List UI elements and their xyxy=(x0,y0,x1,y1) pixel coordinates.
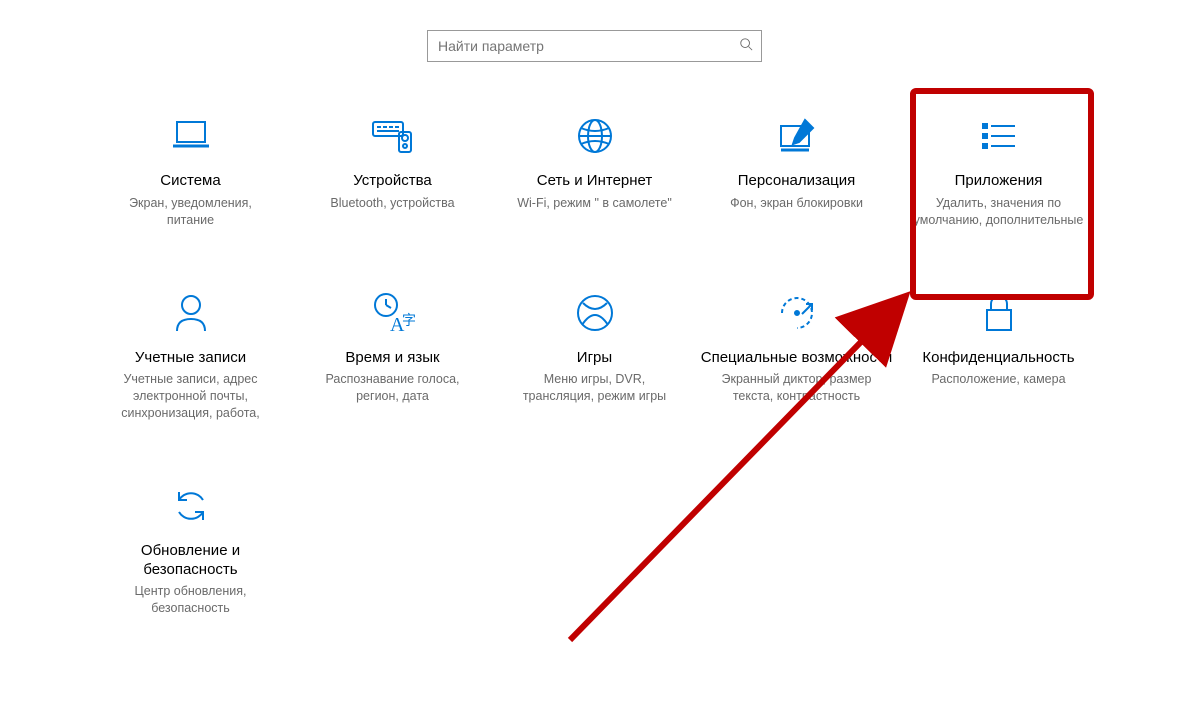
search-icon xyxy=(739,37,753,56)
tile-apps[interactable]: Приложения Удалить, значения по умолчани… xyxy=(898,102,1100,239)
tile-privacy[interactable]: Конфиденциальность Расположение, камера xyxy=(898,279,1100,432)
tile-update-security[interactable]: Обновление и безопасность Центр обновлен… xyxy=(90,472,292,627)
tile-system[interactable]: Система Экран, уведомления, питание xyxy=(90,102,292,239)
tile-accounts[interactable]: Учетные записи Учетные записи, адрес эле… xyxy=(90,279,292,432)
tile-desc: Фон, экран блокировки xyxy=(730,195,863,212)
person-icon xyxy=(171,289,211,337)
tile-desc: Экранный диктор, размер текста, контраст… xyxy=(712,371,882,405)
tile-ease-of-access[interactable]: Специальные возможности Экранный диктор,… xyxy=(696,279,898,432)
tile-desc: Удалить, значения по умолчанию, дополнит… xyxy=(914,195,1084,229)
tile-desc: Учетные записи, адрес электронной почты,… xyxy=(106,371,276,422)
tile-desc: Расположение, камера xyxy=(931,371,1065,388)
laptop-icon xyxy=(169,112,213,160)
settings-grid: Система Экран, уведомления, питание Устр… xyxy=(90,102,1100,627)
tile-time-language[interactable]: A 字 Время и язык Распознавание голоса, р… xyxy=(292,279,494,432)
time-language-icon: A 字 xyxy=(370,289,416,337)
tile-title: Система xyxy=(160,172,220,191)
tile-desc: Меню игры, DVR, трансляция, режим игры xyxy=(510,371,680,405)
paint-icon xyxy=(775,112,819,160)
tile-network[interactable]: Сеть и Интернет Wi-Fi, режим " в самолет… xyxy=(494,102,696,239)
tile-title: Специальные возможности xyxy=(701,349,893,368)
apps-list-icon xyxy=(977,112,1021,160)
tile-devices[interactable]: Устройства Bluetooth, устройства xyxy=(292,102,494,239)
tile-desc: Wi-Fi, режим " в самолете" xyxy=(517,195,672,212)
tile-title: Сеть и Интернет xyxy=(537,172,653,191)
search-box[interactable] xyxy=(427,30,762,62)
tile-title: Персонализация xyxy=(738,172,856,191)
tile-desc: Bluetooth, устройства xyxy=(330,195,454,212)
tile-title: Конфиденциальность xyxy=(922,349,1074,368)
tile-desc: Центр обновления, безопасность xyxy=(106,583,276,617)
tile-desc: Экран, уведомления, питание xyxy=(106,195,276,229)
devices-icon xyxy=(369,112,417,160)
tile-title: Устройства xyxy=(353,172,431,191)
lock-icon xyxy=(981,289,1017,337)
svg-text:字: 字 xyxy=(402,313,416,329)
search-input[interactable] xyxy=(436,37,739,55)
globe-icon xyxy=(575,112,615,160)
tile-gaming[interactable]: Игры Меню игры, DVR, трансляция, режим и… xyxy=(494,279,696,432)
tile-title: Учетные записи xyxy=(135,349,246,368)
ease-of-access-icon xyxy=(776,289,818,337)
tile-personalization[interactable]: Персонализация Фон, экран блокировки xyxy=(696,102,898,239)
tile-title: Обновление и безопасность xyxy=(94,542,288,580)
sync-icon xyxy=(171,482,211,530)
xbox-icon xyxy=(575,289,615,337)
tile-title: Время и язык xyxy=(345,349,439,368)
tile-title: Приложения xyxy=(955,172,1043,191)
tile-desc: Распознавание голоса, регион, дата xyxy=(308,371,478,405)
tile-title: Игры xyxy=(577,349,612,368)
